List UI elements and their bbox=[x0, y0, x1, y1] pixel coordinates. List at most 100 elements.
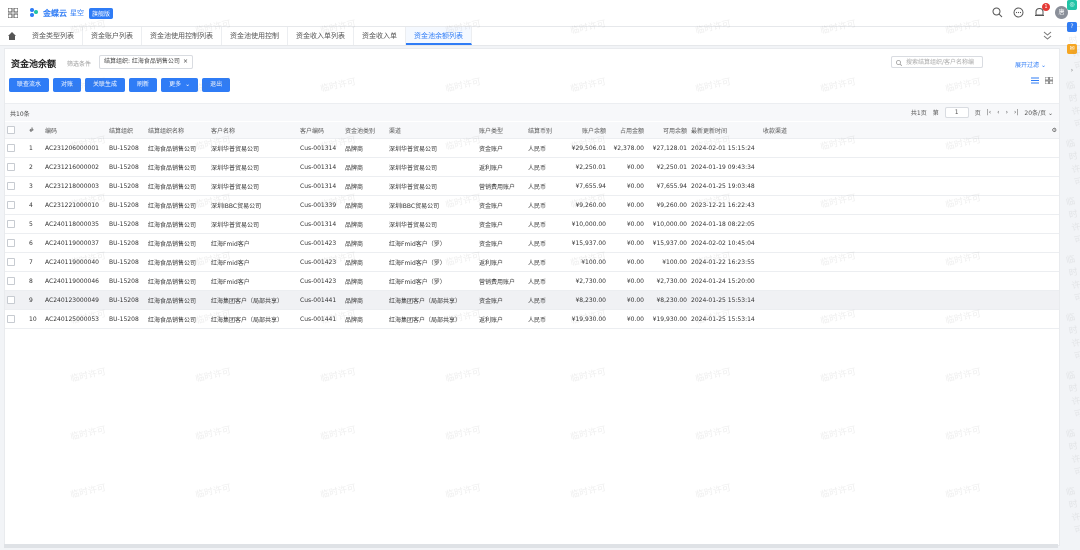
table-cell: 深圳IBBC贸易公司 bbox=[209, 195, 298, 215]
toolbar-button-0[interactable]: 联查流水 bbox=[9, 78, 50, 92]
list-view-icon[interactable] bbox=[1031, 77, 1039, 84]
expand-filter-link[interactable]: 展开过滤 ⌄ bbox=[1015, 60, 1046, 69]
column-header-6[interactable]: 资金池类别 bbox=[343, 122, 387, 139]
table-row[interactable]: 8 AC240119000046 BU-15208 红海食品销售公司 红海Fmid客户 C… bbox=[5, 271, 1059, 291]
toolbar-button-3[interactable]: 刷新 bbox=[129, 78, 158, 92]
row-checkbox[interactable] bbox=[5, 195, 27, 215]
table-cell: 红海集团客户（局部共享） bbox=[209, 290, 298, 310]
row-checkbox[interactable] bbox=[5, 157, 27, 177]
gear-icon[interactable]: ⚙ bbox=[821, 122, 1059, 139]
assistant-icon[interactable]: ◎ bbox=[1067, 0, 1077, 10]
column-header-10[interactable]: 账户余额 bbox=[564, 122, 608, 139]
tab-2[interactable]: 资金池使用控制列表 bbox=[142, 27, 222, 45]
table-cell: 红海食品销售公司 bbox=[146, 157, 209, 177]
column-header-9[interactable]: 结算币别 bbox=[526, 122, 564, 139]
table-row[interactable]: 6 AC240119000037 BU-15208 红海食品销售公司 红海Fmid客户 C… bbox=[5, 233, 1059, 253]
table-row[interactable]: 5 AC240118000035 BU-15208 红海食品销售公司 深圳华普贸易公司 C… bbox=[5, 214, 1059, 234]
row-checkbox[interactable] bbox=[5, 138, 27, 158]
table-cell: 2024-02-01 15:15:24 bbox=[689, 138, 761, 158]
column-header-3[interactable]: 结算组织名称 bbox=[146, 122, 209, 139]
table-cell: ¥100.00 bbox=[564, 252, 608, 272]
app-grid-icon[interactable] bbox=[8, 8, 18, 18]
table-cell: 10 bbox=[27, 309, 43, 329]
prev-page-icon[interactable]: ‹ bbox=[997, 109, 999, 116]
table-cell: BU-15208 bbox=[107, 252, 146, 272]
toolbar-button-5[interactable]: 退出 bbox=[202, 78, 231, 92]
first-page-icon[interactable]: |‹ bbox=[987, 109, 991, 116]
help-icon[interactable]: ? bbox=[1067, 22, 1077, 32]
column-header-1[interactable]: 编码 bbox=[43, 122, 107, 139]
table-cell: 红海Fmid客户 bbox=[209, 252, 298, 272]
table-cell: BU-15208 bbox=[107, 157, 146, 177]
column-header-0[interactable]: # bbox=[27, 122, 43, 139]
table-cell: 2024-01-22 16:23:55 bbox=[689, 252, 761, 272]
table-cell: 8 bbox=[27, 271, 43, 291]
page-number-input[interactable]: 1 bbox=[944, 107, 969, 118]
row-checkbox[interactable] bbox=[5, 271, 27, 291]
column-header-5[interactable]: 客户编码 bbox=[298, 122, 343, 139]
tab-0[interactable]: 资金类型列表 bbox=[24, 27, 83, 45]
watermark-text: 临时许可 bbox=[1065, 312, 1080, 363]
column-header-14[interactable]: 收款渠道 bbox=[761, 122, 821, 139]
table-cell: ¥7,655.94 bbox=[646, 176, 689, 196]
table-cell: ¥0.00 bbox=[608, 195, 646, 215]
column-header-12[interactable]: 可用余额 bbox=[646, 122, 689, 139]
toolbar-button-2[interactable]: 关联生成 bbox=[85, 78, 126, 92]
search-input[interactable]: 搜索结算组织/客户名称编 bbox=[891, 56, 983, 68]
column-header-2[interactable]: 结算组织 bbox=[107, 122, 146, 139]
column-header-13[interactable]: 最新更新时间 bbox=[689, 122, 761, 139]
row-checkbox[interactable] bbox=[5, 214, 27, 234]
column-header-7[interactable]: 渠道 bbox=[387, 122, 477, 139]
chevron-right-icon[interactable]: › bbox=[1067, 66, 1077, 76]
record-count: 共10条 bbox=[10, 111, 30, 118]
table-cell: 返利账户 bbox=[477, 252, 526, 272]
last-page-icon[interactable]: ›| bbox=[1014, 109, 1018, 116]
watermark-text: 临时许可 bbox=[1065, 370, 1080, 421]
tab-6[interactable]: 资金池余额列表 bbox=[406, 27, 472, 45]
select-all-checkbox[interactable] bbox=[5, 122, 27, 139]
search-icon[interactable] bbox=[992, 7, 1003, 18]
table-cell: ¥0.00 bbox=[608, 214, 646, 234]
table-row[interactable]: 10 AC240125000053 BU-15208 红海食品销售公司 红海集团客户（局… bbox=[5, 309, 1059, 329]
column-header-4[interactable]: 客户名称 bbox=[209, 122, 298, 139]
row-checkbox[interactable] bbox=[5, 309, 27, 329]
row-checkbox[interactable] bbox=[5, 233, 27, 253]
toolbar-button-1[interactable]: 对账 bbox=[53, 78, 82, 92]
table-cell: Cus-001314 bbox=[298, 157, 343, 177]
tab-4[interactable]: 资金收入单列表 bbox=[288, 27, 354, 45]
home-icon[interactable] bbox=[7, 31, 17, 41]
card-view-icon[interactable] bbox=[1045, 77, 1053, 84]
table-row[interactable]: 9 AC240123000049 BU-15208 红海食品销售公司 红海集团客户（局部… bbox=[5, 290, 1059, 310]
notification-button[interactable]: 1 bbox=[1034, 3, 1050, 18]
feedback-icon[interactable]: ✉ bbox=[1067, 44, 1077, 54]
table-cell: 5 bbox=[27, 214, 43, 234]
horizontal-scrollbar[interactable] bbox=[4, 544, 1058, 548]
table-row[interactable]: 2 AC231216000002 BU-15208 红海食品销售公司 深圳华普贸易公司 C… bbox=[5, 157, 1059, 177]
message-icon[interactable] bbox=[1013, 7, 1024, 18]
filter-chip[interactable]: 结算组织: 红海食品销售公司 × bbox=[99, 55, 193, 69]
table-cell: BU-15208 bbox=[107, 138, 146, 158]
column-header-8[interactable]: 账户类型 bbox=[477, 122, 526, 139]
table-row[interactable]: 7 AC240119000040 BU-15208 红海食品销售公司 红海Fmid客户 C… bbox=[5, 252, 1059, 272]
table-row[interactable]: 4 AC231221000010 BU-15208 红海食品销售公司 深圳IBBC贸易公… bbox=[5, 195, 1059, 215]
tab-3[interactable]: 资金池使用控制 bbox=[222, 27, 288, 45]
row-checkbox[interactable] bbox=[5, 176, 27, 196]
table-cell: AC240119000046 bbox=[43, 271, 107, 291]
kingdee-logo-icon bbox=[30, 8, 38, 17]
page-size-select[interactable]: 20条/页 ⌄ bbox=[1024, 108, 1053, 117]
table-cell: 红海Fmid客户 bbox=[209, 233, 298, 253]
next-page-icon[interactable]: › bbox=[1006, 109, 1008, 116]
table-cell: 深圳华普贸易公司 bbox=[209, 214, 298, 234]
tab-5[interactable]: 资金收入单 bbox=[354, 27, 406, 45]
column-header-11[interactable]: 占用金额 bbox=[608, 122, 646, 139]
row-checkbox[interactable] bbox=[5, 290, 27, 310]
tab-1[interactable]: 资金账户列表 bbox=[83, 27, 142, 45]
table-row[interactable]: 3 AC231218000003 BU-15208 红海食品销售公司 深圳华普贸易公司 C… bbox=[5, 176, 1059, 196]
table-cell: 人民币 bbox=[526, 290, 564, 310]
row-checkbox[interactable] bbox=[5, 252, 27, 272]
toolbar-button-4[interactable]: 更多 ⌄ bbox=[161, 78, 199, 92]
table-row[interactable]: 1 AC231206000001 BU-15208 红海食品销售公司 深圳华普贸易公司 C… bbox=[5, 138, 1059, 158]
close-icon[interactable]: × bbox=[183, 56, 188, 68]
chevron-double-down-icon[interactable] bbox=[1043, 31, 1052, 40]
brand-logo[interactable]: 金蝶云 星空 旗舰版 bbox=[28, 6, 114, 20]
